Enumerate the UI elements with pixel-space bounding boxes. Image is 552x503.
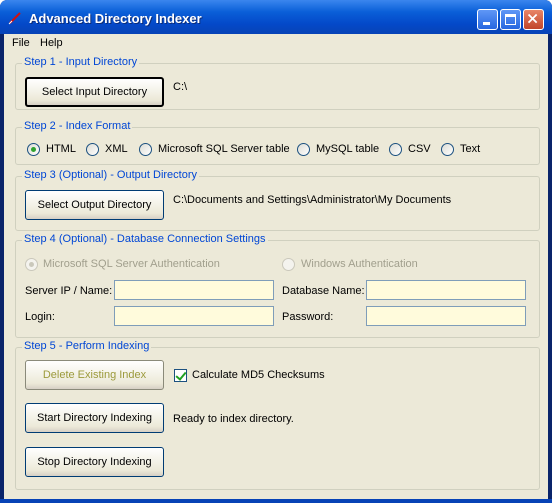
radio-mssql[interactable] bbox=[139, 143, 152, 156]
close-button[interactable] bbox=[523, 9, 544, 30]
close-icon bbox=[527, 13, 538, 24]
minimize-icon bbox=[483, 22, 490, 25]
step4-group: Step 4 (Optional) - Database Connection … bbox=[15, 233, 540, 338]
window-frame-bottom bbox=[0, 499, 552, 503]
radio-mysql[interactable] bbox=[297, 143, 310, 156]
radio-csv-label[interactable]: CSV bbox=[408, 143, 431, 155]
radio-xml[interactable] bbox=[86, 143, 99, 156]
delete-existing-index-button[interactable]: Delete Existing Index bbox=[25, 360, 164, 390]
radio-mysql-label[interactable]: MySQL table bbox=[316, 143, 379, 155]
step1-group: Step 1 - Input Directory Select Input Di… bbox=[15, 56, 540, 110]
radio-mssql-label[interactable]: Microsoft SQL Server table bbox=[158, 143, 290, 155]
step1-legend: Step 1 - Input Directory bbox=[22, 56, 140, 68]
step5-legend: Step 5 - Perform Indexing bbox=[22, 340, 152, 352]
app-window: Advanced Directory Indexer File Help Ste… bbox=[0, 0, 552, 503]
radio-text[interactable] bbox=[441, 143, 454, 156]
client-area: File Help Step 1 - Input Directory Selec… bbox=[4, 34, 548, 499]
radio-sql-auth[interactable] bbox=[25, 258, 38, 271]
input-directory-path: C:\ bbox=[173, 81, 188, 93]
select-output-directory-button[interactable]: Select Output Directory bbox=[25, 190, 164, 220]
radio-text-label[interactable]: Text bbox=[460, 143, 480, 155]
database-label: Database Name: bbox=[282, 285, 365, 297]
step2-group: Step 2 - Index Format HTML XML Microsoft… bbox=[15, 120, 540, 165]
title-bar[interactable]: Advanced Directory Indexer bbox=[0, 0, 552, 34]
window-title: Advanced Directory Indexer bbox=[29, 11, 202, 26]
radio-windows-auth-label[interactable]: Windows Authentication bbox=[301, 258, 418, 270]
step2-legend: Step 2 - Index Format bbox=[22, 120, 133, 132]
radio-sql-auth-label[interactable]: Microsoft SQL Server Authentication bbox=[43, 258, 220, 270]
step3-group: Step 3 (Optional) - Output Directory Sel… bbox=[15, 169, 540, 231]
menu-file[interactable]: File bbox=[12, 37, 30, 49]
maximize-button[interactable] bbox=[500, 9, 521, 30]
server-input[interactable] bbox=[114, 280, 274, 300]
stop-indexing-button[interactable]: Stop Directory Indexing bbox=[25, 447, 164, 477]
radio-html[interactable] bbox=[27, 143, 40, 156]
step3-legend: Step 3 (Optional) - Output Directory bbox=[22, 169, 200, 181]
login-input[interactable] bbox=[114, 306, 274, 326]
step5-group: Step 5 - Perform Indexing Delete Existin… bbox=[15, 340, 540, 490]
select-input-directory-button[interactable]: Select Input Directory bbox=[25, 77, 164, 107]
app-icon bbox=[8, 12, 21, 25]
radio-html-label[interactable]: HTML bbox=[46, 143, 76, 155]
status-text: Ready to index directory. bbox=[173, 413, 294, 425]
md5-checkbox-label[interactable]: Calculate MD5 Checksums bbox=[192, 369, 325, 381]
maximize-icon bbox=[505, 14, 516, 25]
radio-windows-auth[interactable] bbox=[282, 258, 295, 271]
radio-csv[interactable] bbox=[389, 143, 402, 156]
password-label: Password: bbox=[282, 311, 334, 323]
database-input[interactable] bbox=[366, 280, 526, 300]
login-label: Login: bbox=[25, 311, 55, 323]
password-input[interactable] bbox=[366, 306, 526, 326]
minimize-button[interactable] bbox=[477, 9, 498, 30]
start-indexing-button[interactable]: Start Directory Indexing bbox=[25, 403, 164, 433]
output-directory-path: C:\Documents and Settings\Administrator\… bbox=[173, 194, 452, 206]
server-label: Server IP / Name: bbox=[25, 285, 113, 297]
step4-legend: Step 4 (Optional) - Database Connection … bbox=[22, 233, 268, 245]
menu-help[interactable]: Help bbox=[40, 37, 63, 49]
radio-xml-label[interactable]: XML bbox=[105, 143, 128, 155]
menu-bar: File Help bbox=[4, 34, 548, 52]
md5-checkbox[interactable] bbox=[174, 369, 187, 382]
